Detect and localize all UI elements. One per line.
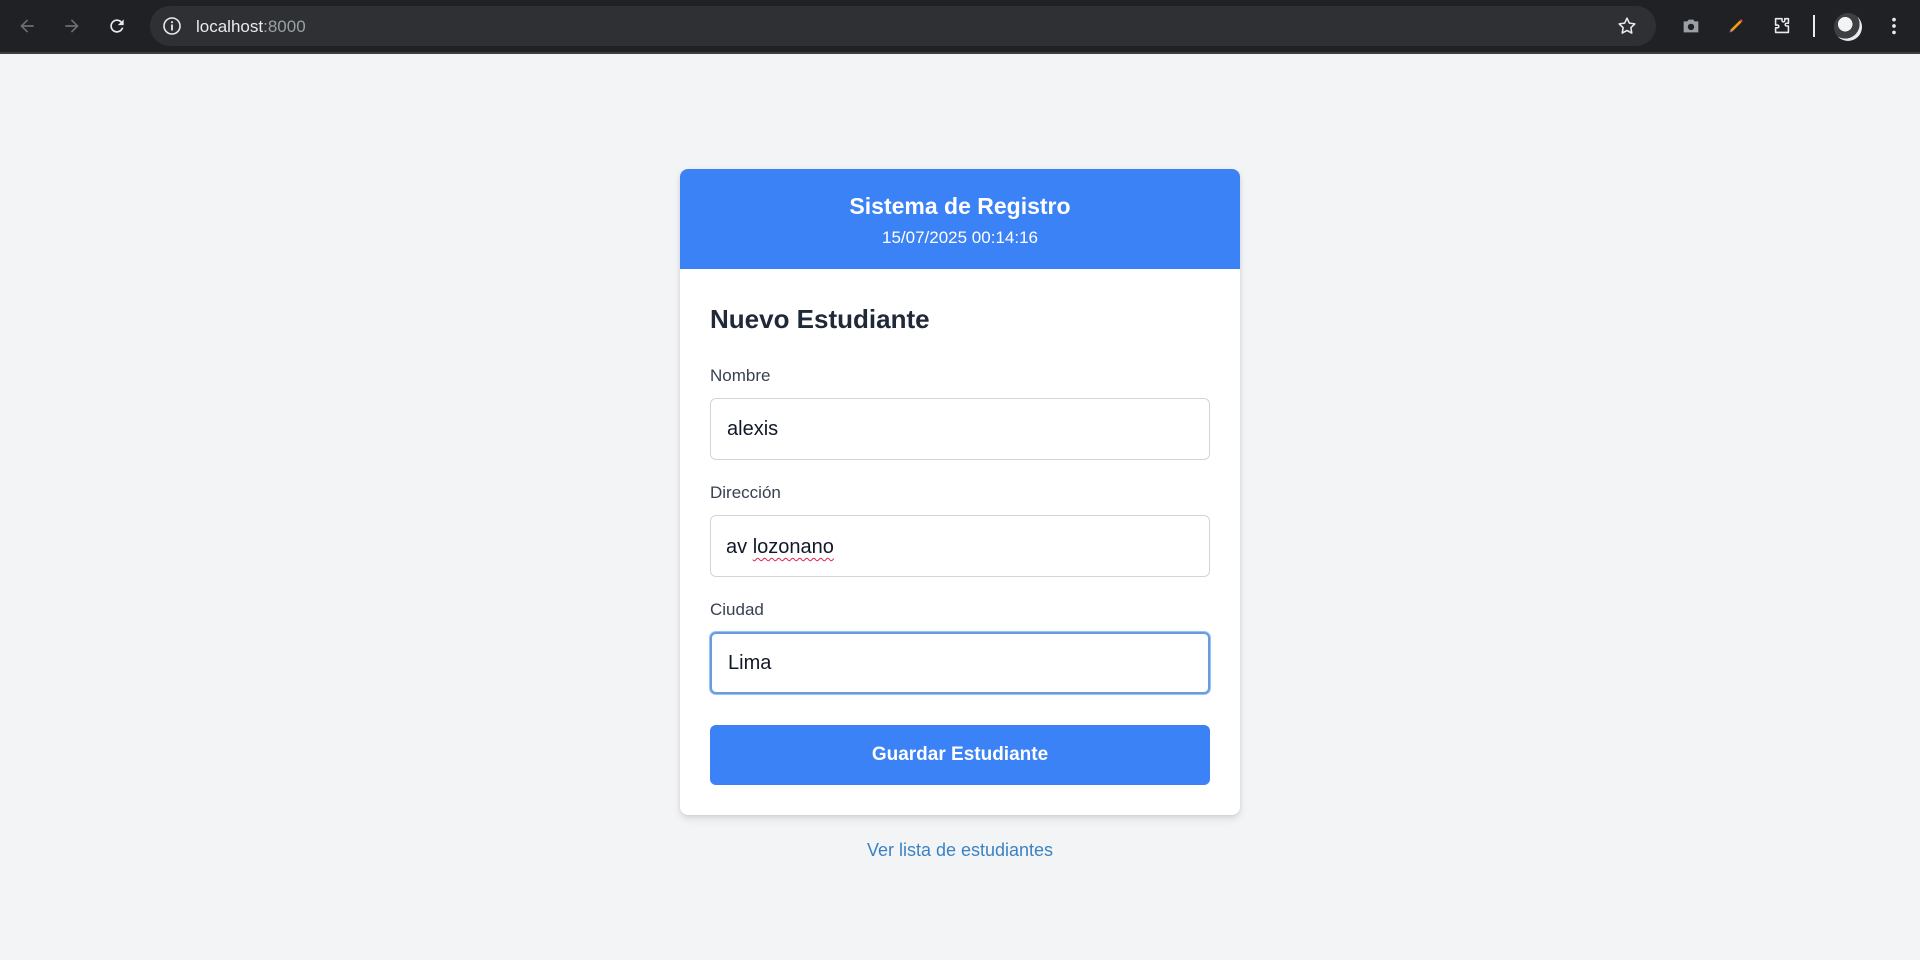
save-student-button[interactable]: Guardar Estudiante (710, 725, 1210, 785)
browser-menu-icon[interactable] (1882, 14, 1906, 38)
direccion-value: av lozonano (726, 536, 834, 559)
registration-card: Sistema de Registro 15/07/2025 00:14:16 … (680, 169, 1240, 815)
nombre-label: Nombre (710, 366, 771, 385)
bookmark-star-icon[interactable] (1616, 15, 1638, 37)
nombre-input[interactable] (710, 398, 1210, 460)
forward-icon[interactable] (58, 12, 86, 40)
site-info-icon[interactable] (162, 16, 182, 36)
profile-avatar[interactable] (1834, 13, 1862, 41)
toolbar-divider (1813, 15, 1815, 37)
card-header: Sistema de Registro 15/07/2025 00:14:16 (680, 169, 1240, 269)
color-pen-extension-icon[interactable] (1724, 14, 1748, 38)
extensions-puzzle-icon[interactable] (1770, 14, 1794, 38)
back-icon[interactable] (13, 12, 41, 40)
page-title: Sistema de Registro (849, 193, 1071, 219)
url-text[interactable]: localhost:8000 (196, 17, 306, 37)
url-host: localhost (196, 17, 264, 36)
form-heading: Nuevo Estudiante (710, 304, 930, 334)
direccion-value-prefix: av (726, 536, 753, 558)
current-datetime: 15/07/2025 00:14:16 (882, 228, 1038, 247)
ciudad-input[interactable] (710, 632, 1210, 694)
student-list-link[interactable]: Ver lista de estudiantes (680, 840, 1240, 861)
address-bar[interactable]: localhost:8000 (150, 6, 1656, 46)
camera-extension-icon[interactable] (1679, 14, 1703, 38)
browser-toolbar: localhost:8000 (0, 0, 1920, 54)
url-port: :8000 (263, 17, 306, 36)
direccion-label: Dirección (710, 483, 781, 502)
misspelled-word: lozonano (752, 536, 834, 558)
reload-icon[interactable] (103, 12, 131, 40)
ciudad-label: Ciudad (710, 600, 764, 619)
